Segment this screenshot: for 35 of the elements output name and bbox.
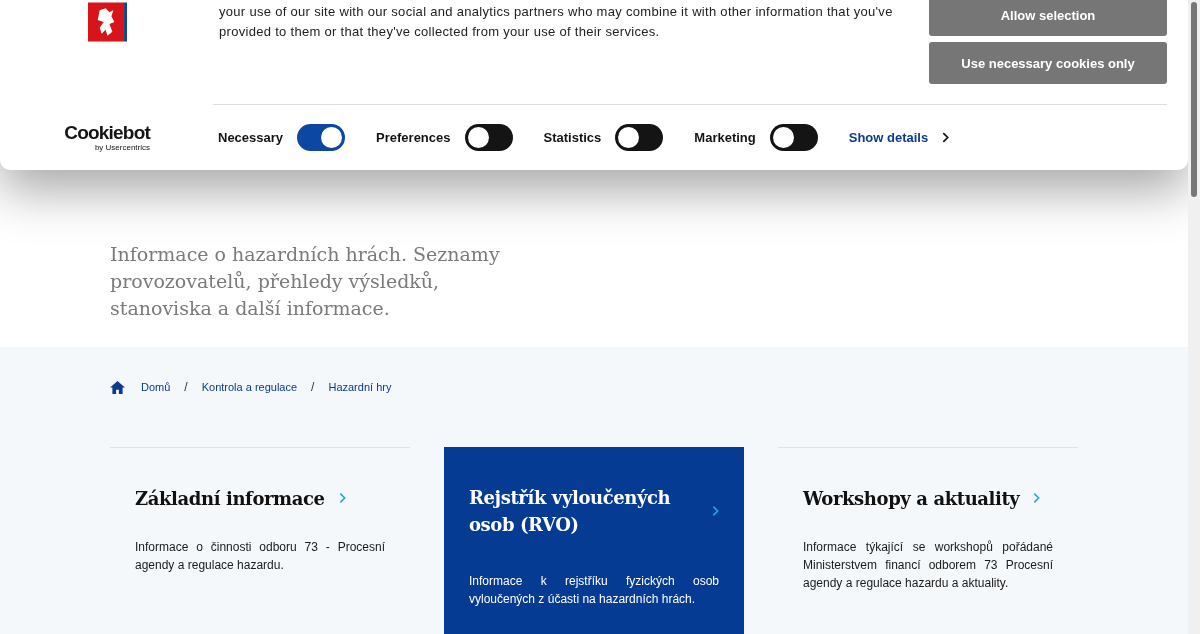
cookie-button[interactable]: Use necessary cookies only xyxy=(929,42,1167,84)
toggle-switch[interactable] xyxy=(297,123,346,151)
info-card[interactable]: Workshopy a aktuality Informace týkající se workshopů pořádané Ministerstvem financí odborem 73 Procesní agendy a regulace hazardu a aktuality. xyxy=(778,447,1078,634)
cookie-button[interactable]: Allow selection xyxy=(929,0,1167,36)
card-description: Informace týkající se workshopů pořádané Ministerstvem financí odborem 73 Procesní agendy a regulace hazardu a aktuality. xyxy=(803,539,1053,592)
card-title: Základní informace xyxy=(135,486,325,511)
chevron-right-icon xyxy=(1033,492,1041,504)
page-subtitle: Informace o hazardních hrách. Seznamy provozovatelů, přehledy výsledků, stanoviska a další informace. xyxy=(110,242,501,321)
breadcrumb-link[interactable]: Domů xyxy=(141,381,171,393)
chevron-right-icon xyxy=(942,131,950,143)
brand-logo: Cookiebot xyxy=(64,122,150,143)
breadcrumb-separator: / xyxy=(184,380,188,394)
chevron-right-icon xyxy=(712,505,719,517)
toggle-label: Marketing xyxy=(694,129,756,145)
breadcrumb-link[interactable]: Kontrola a regulace xyxy=(201,381,298,393)
toggle-label: Necessary xyxy=(218,129,284,145)
info-card[interactable]: Základní informace Informace o činnosti odboru 73 - Procesní agendy a regulace hazardu. xyxy=(110,447,410,634)
card-title: Workshopy a aktuality xyxy=(803,486,1020,511)
home-icon[interactable] xyxy=(110,380,125,394)
toggle-switch[interactable] xyxy=(615,123,664,151)
cookie-consent-text: your use of our site with our social and analytics partners who may combine it with other information that you've provided to them or that they've collected from your use of their services. xyxy=(219,3,894,41)
brand-byline: by Usercentrics xyxy=(94,142,150,152)
toggle-switch[interactable] xyxy=(769,123,818,151)
card-description: Informace k rejstříku fyzických osob vyloučených z účasti na hazardních hrách. xyxy=(469,573,719,608)
toggle-label: Preferences xyxy=(376,129,451,145)
scrollbar[interactable] xyxy=(1188,0,1200,634)
toggle-switch[interactable] xyxy=(464,123,513,151)
info-card[interactable]: Rejstřík vyloučených osob (RVO) Informace k rejstříku fyzických osob vyloučených z účasti na hazardních hrách. xyxy=(444,447,744,634)
card-title: Rejstřík vyloučených osob (RVO) xyxy=(469,486,672,537)
breadcrumb-link[interactable]: Hazardní hry xyxy=(328,381,392,393)
toggle-label: Statistics xyxy=(543,129,602,145)
breadcrumb-separator: / xyxy=(311,380,315,394)
card-description: Informace o činnosti odboru 73 - Procesní agendy a regulace hazardu. xyxy=(135,539,385,574)
show-details-link[interactable]: Show details xyxy=(848,129,929,145)
chevron-right-icon xyxy=(338,492,346,504)
